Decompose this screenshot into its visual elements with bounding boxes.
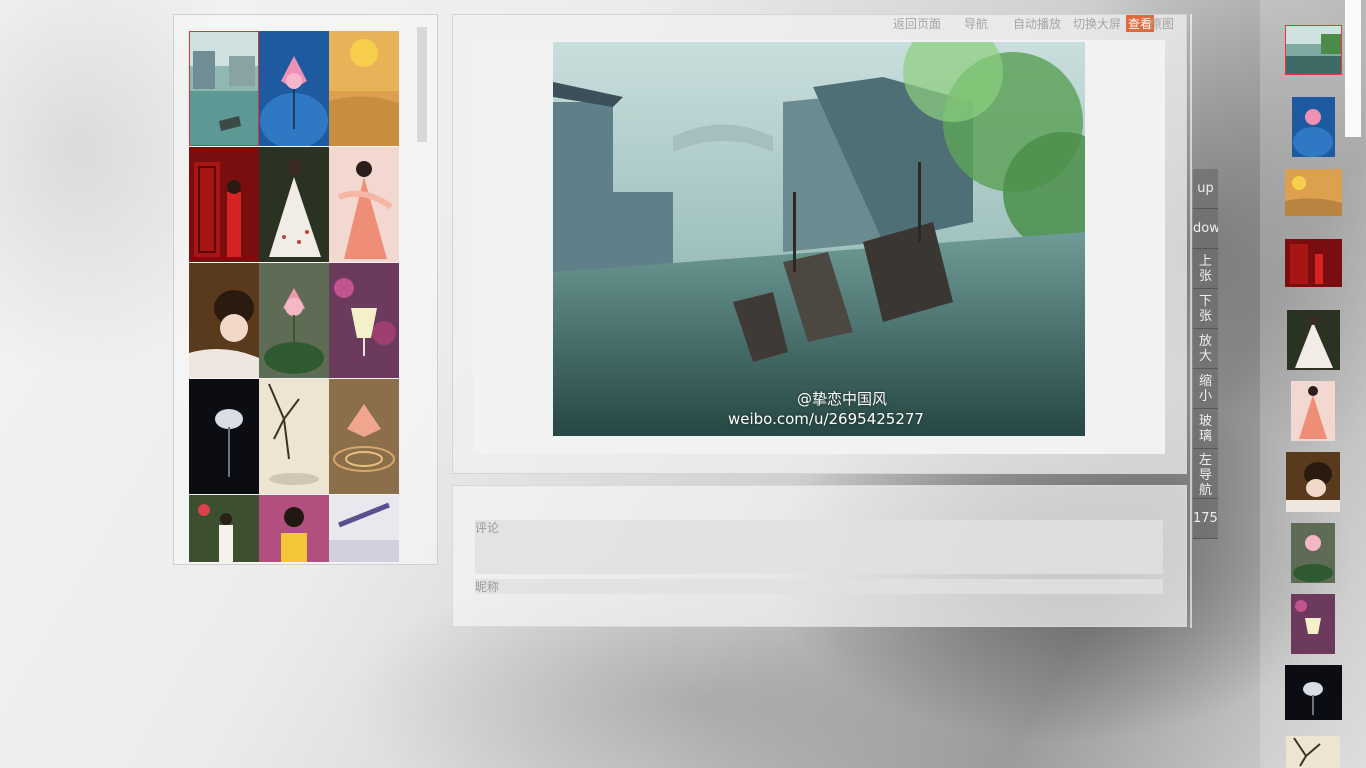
watermark-url: weibo.com/u/2695425277 <box>728 410 924 428</box>
thumb-desert-sunset[interactable] <box>329 31 399 146</box>
thumb-yellow-girl[interactable] <box>259 495 329 562</box>
rthumb-red-door[interactable] <box>1285 239 1342 287</box>
nav-link[interactable]: 导航 <box>964 15 988 32</box>
scroll-up-button[interactable]: up <box>1193 169 1218 209</box>
thumbnail-grid <box>189 31 419 562</box>
rthumb-white-lotus[interactable] <box>1285 665 1342 720</box>
rthumb-desert[interactable] <box>1285 169 1342 216</box>
rthumb-pink-dress[interactable] <box>1291 381 1335 441</box>
rthumb-ink-branches[interactable] <box>1286 736 1340 768</box>
thumb-pink-lotus[interactable] <box>259 263 329 378</box>
comment-input[interactable] <box>475 520 1163 574</box>
rthumb-sleeping-lady[interactable] <box>1286 452 1340 512</box>
prev-image-button[interactable]: 上张 <box>1193 249 1218 289</box>
thumb-sleeping-lady[interactable] <box>189 263 259 378</box>
thumb-blue-lotus[interactable] <box>259 31 329 146</box>
thumb-lavender[interactable] <box>329 495 399 562</box>
gallery-scrollbar[interactable] <box>417 27 427 142</box>
rthumb-white-dress[interactable] <box>1287 310 1340 370</box>
rthumb-pink-lotus[interactable] <box>1291 523 1335 583</box>
thumb-white-dress[interactable] <box>259 147 329 262</box>
main-photo: @挚恋中国风 weibo.com/u/2695425277 <box>553 42 1085 436</box>
thumb-pink-dress[interactable] <box>329 147 399 262</box>
thumb-red-door[interactable] <box>189 147 259 262</box>
rthumb-blue-lotus[interactable] <box>1292 97 1335 157</box>
fullscreen-link[interactable]: 切换大屏 <box>1073 15 1121 32</box>
comment-label: 评论 <box>475 521 500 535</box>
zoom-in-button[interactable]: 放大 <box>1193 329 1218 369</box>
rthumb-wine-glass[interactable] <box>1291 594 1335 654</box>
viewer-toolbar: 返回页面 导航 自动播放 切换大屏 查看 原图 <box>893 15 1183 33</box>
scroll-down-button[interactable]: dow <box>1193 209 1218 249</box>
comment-panel: 评论 昵称 <box>452 485 1187 627</box>
back-link[interactable]: 返回页面 <box>893 15 941 32</box>
zoom-out-button[interactable]: 缩小 <box>1193 369 1218 409</box>
rthumb-water-town[interactable] <box>1285 25 1342 75</box>
thumbnail-gallery <box>173 14 438 565</box>
thumb-ink-branches[interactable] <box>259 379 329 494</box>
autoplay-link[interactable]: 自动播放 <box>1013 15 1061 32</box>
next-image-button[interactable]: 下张 <box>1193 289 1218 329</box>
thumb-wine-glass[interactable] <box>329 263 399 378</box>
thumb-lotus-ripples[interactable] <box>329 379 399 494</box>
viewer-controls: up dow 上张 下张 放大 缩小 玻璃 左导航 175° <box>1193 169 1218 539</box>
image-stage: @挚恋中国风 weibo.com/u/2695425277 <box>473 40 1165 454</box>
nickname-input[interactable] <box>475 579 1163 594</box>
nickname-label: 昵称 <box>475 580 500 594</box>
right-strip-scrollbar[interactable] <box>1345 0 1361 137</box>
original-link[interactable]: 原图 <box>1150 15 1174 32</box>
thumb-garden-girl[interactable] <box>189 495 259 562</box>
thumb-water-town[interactable] <box>189 31 259 146</box>
rotation-readout[interactable]: 175° <box>1193 499 1218 539</box>
image-viewer: 返回页面 导航 自动播放 切换大屏 查看 原图 @挚恋中国风 weibo.com… <box>452 14 1187 474</box>
thumb-white-lotus[interactable] <box>189 379 259 494</box>
watermark-handle: @挚恋中国风 <box>797 390 888 408</box>
glass-effect-button[interactable]: 玻璃 <box>1193 409 1218 449</box>
left-nav-toggle[interactable]: 左导航 <box>1193 449 1218 499</box>
